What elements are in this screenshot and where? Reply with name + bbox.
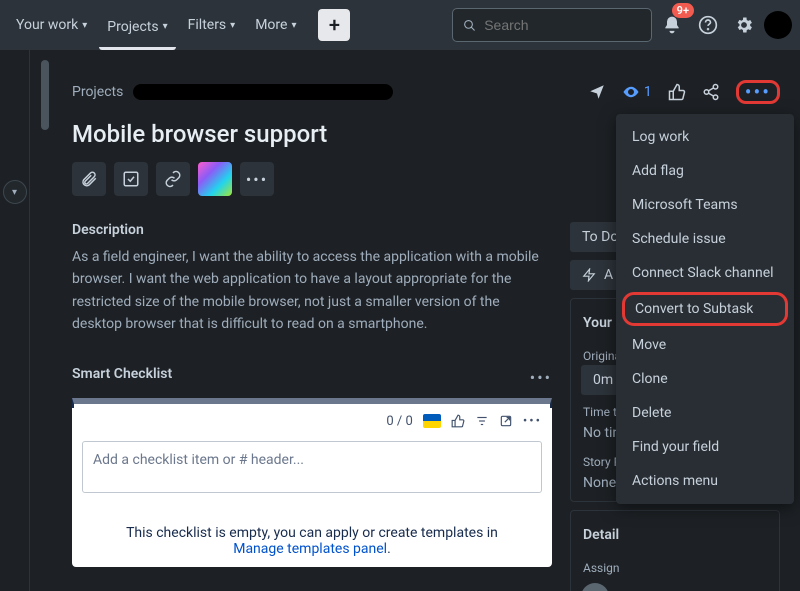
- more-actions-button[interactable]: •••: [736, 80, 780, 104]
- dd-convert-subtask[interactable]: Convert to Subtask: [622, 292, 788, 326]
- nav-more[interactable]: More▾: [247, 11, 304, 39]
- dd-schedule-issue[interactable]: Schedule issue: [616, 222, 794, 256]
- settings-button[interactable]: [728, 9, 760, 41]
- chevron-down-icon: ▾: [163, 21, 168, 32]
- flag-icon: [423, 414, 441, 428]
- question-icon: [698, 15, 718, 35]
- subtask-icon: [122, 170, 140, 188]
- share-icon: [702, 83, 720, 101]
- checklist-panel: 0 / 0 ••• Add a checklist item or # head…: [72, 398, 552, 567]
- redacted-path: [133, 84, 393, 100]
- dd-move[interactable]: Move: [616, 328, 794, 362]
- details-panel: Detail Assign: [570, 510, 780, 591]
- thumbs-up-icon: [451, 414, 465, 428]
- help-button[interactable]: [692, 9, 724, 41]
- link-button[interactable]: [156, 162, 190, 196]
- scrollbar-thumb[interactable]: [41, 60, 49, 130]
- attachment-icon: [80, 170, 98, 188]
- top-nav: Your work▾ Projects▾ Filters▾ More▾ + 9+: [0, 0, 800, 50]
- scroll-track[interactable]: [30, 50, 60, 591]
- dd-microsoft-teams[interactable]: Microsoft Teams: [616, 188, 794, 222]
- chevron-down-icon: ▾: [12, 187, 17, 198]
- checklist-expand-button[interactable]: [499, 414, 513, 428]
- dd-connect-slack[interactable]: Connect Slack channel: [616, 256, 794, 290]
- attach-button[interactable]: [72, 162, 106, 196]
- checklist-menu-button[interactable]: •••: [530, 368, 552, 387]
- actions-dropdown: Log work Add flag Microsoft Teams Schedu…: [616, 114, 794, 504]
- filter-icon: [475, 414, 489, 428]
- share-button[interactable]: [702, 83, 720, 101]
- dd-find-field[interactable]: Find your field: [616, 430, 794, 464]
- chevron-down-icon: ▾: [230, 20, 235, 31]
- nav-filters[interactable]: Filters▾: [180, 11, 244, 39]
- notifications-button[interactable]: 9+: [656, 9, 688, 41]
- link-icon: [164, 170, 182, 188]
- notification-badge: 9+: [672, 3, 694, 18]
- manage-templates-link[interactable]: Manage templates panel: [233, 541, 387, 557]
- description-label: Description: [72, 222, 552, 238]
- sidebar-rail: ▾: [0, 50, 30, 591]
- open-icon: [499, 414, 513, 428]
- checklist-empty-message: This checklist is empty, you can apply o…: [72, 499, 552, 567]
- sidebar-expand-button[interactable]: ▾: [3, 180, 27, 204]
- checklist-title: Smart Checklist: [72, 366, 172, 382]
- assignee-value[interactable]: [581, 583, 769, 591]
- dd-add-flag[interactable]: Add flag: [616, 154, 794, 188]
- content-more-button[interactable]: •••: [240, 162, 274, 196]
- eye-icon: [622, 83, 640, 101]
- vote-button[interactable]: [668, 83, 686, 101]
- checklist-filter-button[interactable]: [475, 414, 489, 428]
- dd-log-work[interactable]: Log work: [616, 120, 794, 154]
- dd-clone[interactable]: Clone: [616, 362, 794, 396]
- search-box[interactable]: [452, 8, 652, 42]
- checklist-progress: 0 / 0: [386, 414, 412, 429]
- thumbs-up-icon: [668, 83, 686, 101]
- breadcrumb: Projects: [72, 84, 393, 100]
- avatar[interactable]: [764, 11, 792, 39]
- dd-actions-menu[interactable]: Actions menu: [616, 464, 794, 498]
- details-heading: Detail: [581, 519, 769, 551]
- assignee-label: Assign: [583, 561, 769, 575]
- description-text[interactable]: As a field engineer, I want the ability …: [72, 246, 552, 336]
- nav-your-work[interactable]: Your work▾: [8, 11, 95, 39]
- checklist-input[interactable]: Add a checklist item or # header...: [82, 441, 542, 493]
- watch-count: 1: [644, 84, 652, 100]
- chevron-down-icon: ▾: [291, 20, 296, 31]
- subtask-button[interactable]: [114, 162, 148, 196]
- breadcrumb-label[interactable]: Projects: [72, 84, 123, 100]
- bell-icon: [662, 15, 682, 35]
- feedback-icon[interactable]: [588, 83, 606, 101]
- chevron-down-icon: ▾: [82, 20, 87, 31]
- status-label: To Do: [582, 229, 618, 245]
- person-icon: [581, 583, 609, 591]
- watchers-button[interactable]: 1: [622, 83, 652, 101]
- search-icon: [463, 18, 476, 33]
- gear-icon: [734, 15, 754, 35]
- create-button[interactable]: +: [318, 9, 350, 41]
- search-input[interactable]: [484, 17, 641, 33]
- dd-delete[interactable]: Delete: [616, 396, 794, 430]
- app-button[interactable]: [198, 162, 232, 196]
- checklist-more-button[interactable]: •••: [523, 414, 542, 429]
- quick-action-label: A: [604, 267, 613, 283]
- nav-projects[interactable]: Projects▾: [99, 13, 175, 50]
- checklist-like-button[interactable]: [451, 414, 465, 428]
- bolt-icon: [582, 268, 596, 282]
